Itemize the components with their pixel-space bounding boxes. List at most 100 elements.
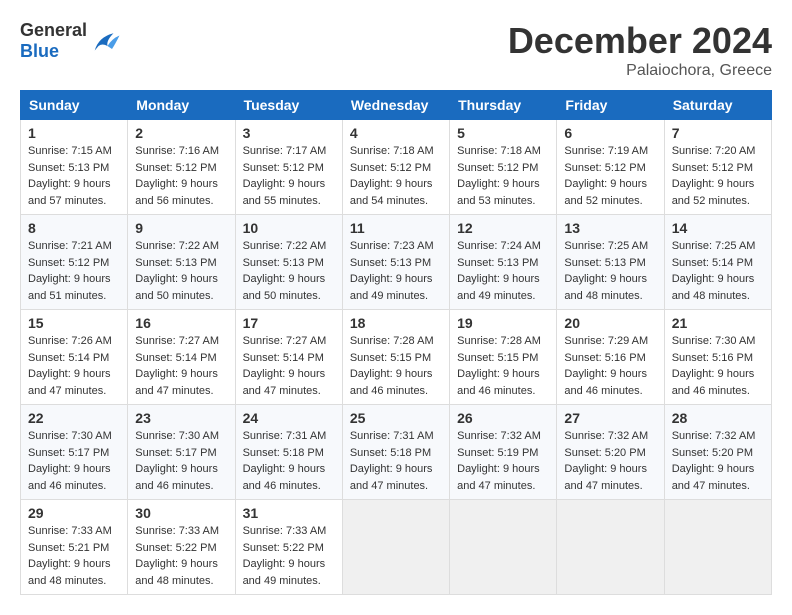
day-cell: 8 Sunrise: 7:21 AM Sunset: 5:12 PM Dayli… [21, 215, 128, 310]
day-cell: 19 Sunrise: 7:28 AM Sunset: 5:15 PM Dayl… [450, 310, 557, 405]
sunrise-label: Sunrise: 7:28 AM [457, 335, 541, 347]
day-info: Sunrise: 7:15 AM Sunset: 5:13 PM Dayligh… [28, 143, 120, 209]
title-block: December 2024 Palaiochora, Greece [508, 20, 772, 80]
sunset-label: Sunset: 5:19 PM [457, 447, 538, 459]
day-info: Sunrise: 7:28 AM Sunset: 5:15 PM Dayligh… [457, 333, 549, 399]
day-info: Sunrise: 7:29 AM Sunset: 5:16 PM Dayligh… [564, 333, 656, 399]
day-number: 7 [672, 125, 764, 141]
daylight-label: Daylight: 9 hours and 49 minutes. [457, 273, 540, 302]
sunset-label: Sunset: 5:15 PM [457, 352, 538, 364]
day-number: 14 [672, 220, 764, 236]
daylight-label: Daylight: 9 hours and 46 minutes. [457, 368, 540, 397]
day-info: Sunrise: 7:33 AM Sunset: 5:22 PM Dayligh… [243, 523, 335, 589]
daylight-label: Daylight: 9 hours and 47 minutes. [672, 463, 755, 492]
calendar-week-row: 29 Sunrise: 7:33 AM Sunset: 5:21 PM Dayl… [21, 500, 772, 595]
day-number: 16 [135, 315, 227, 331]
day-cell: 23 Sunrise: 7:30 AM Sunset: 5:17 PM Dayl… [128, 405, 235, 500]
sunset-label: Sunset: 5:20 PM [564, 447, 645, 459]
page-header: General Blue December 2024 Palaiochora, … [20, 20, 772, 80]
day-cell: 4 Sunrise: 7:18 AM Sunset: 5:12 PM Dayli… [342, 120, 449, 215]
empty-day-cell [342, 500, 449, 595]
day-info: Sunrise: 7:32 AM Sunset: 5:20 PM Dayligh… [672, 428, 764, 494]
day-number: 23 [135, 410, 227, 426]
day-info: Sunrise: 7:16 AM Sunset: 5:12 PM Dayligh… [135, 143, 227, 209]
empty-day-cell [664, 500, 771, 595]
daylight-label: Daylight: 9 hours and 51 minutes. [28, 273, 111, 302]
calendar-week-row: 15 Sunrise: 7:26 AM Sunset: 5:14 PM Dayl… [21, 310, 772, 405]
daylight-label: Daylight: 9 hours and 48 minutes. [135, 558, 218, 587]
sunrise-label: Sunrise: 7:16 AM [135, 145, 219, 157]
day-info: Sunrise: 7:26 AM Sunset: 5:14 PM Dayligh… [28, 333, 120, 399]
sunrise-label: Sunrise: 7:31 AM [243, 430, 327, 442]
day-number: 12 [457, 220, 549, 236]
day-cell: 3 Sunrise: 7:17 AM Sunset: 5:12 PM Dayli… [235, 120, 342, 215]
sunset-label: Sunset: 5:16 PM [672, 352, 753, 364]
sunrise-label: Sunrise: 7:20 AM [672, 145, 756, 157]
sunset-label: Sunset: 5:13 PM [350, 257, 431, 269]
day-info: Sunrise: 7:27 AM Sunset: 5:14 PM Dayligh… [135, 333, 227, 399]
day-info: Sunrise: 7:18 AM Sunset: 5:12 PM Dayligh… [457, 143, 549, 209]
day-info: Sunrise: 7:22 AM Sunset: 5:13 PM Dayligh… [135, 238, 227, 304]
day-info: Sunrise: 7:27 AM Sunset: 5:14 PM Dayligh… [243, 333, 335, 399]
sunrise-label: Sunrise: 7:32 AM [564, 430, 648, 442]
day-number: 19 [457, 315, 549, 331]
sunrise-label: Sunrise: 7:33 AM [28, 525, 112, 537]
sunrise-label: Sunrise: 7:32 AM [672, 430, 756, 442]
daylight-label: Daylight: 9 hours and 50 minutes. [135, 273, 218, 302]
day-number: 24 [243, 410, 335, 426]
day-info: Sunrise: 7:22 AM Sunset: 5:13 PM Dayligh… [243, 238, 335, 304]
day-info: Sunrise: 7:33 AM Sunset: 5:21 PM Dayligh… [28, 523, 120, 589]
day-number: 9 [135, 220, 227, 236]
sunset-label: Sunset: 5:17 PM [28, 447, 109, 459]
sunset-label: Sunset: 5:13 PM [564, 257, 645, 269]
day-info: Sunrise: 7:23 AM Sunset: 5:13 PM Dayligh… [350, 238, 442, 304]
location: Palaiochora, Greece [508, 62, 772, 80]
daylight-label: Daylight: 9 hours and 48 minutes. [564, 273, 647, 302]
sunset-label: Sunset: 5:13 PM [28, 162, 109, 174]
daylight-label: Daylight: 9 hours and 53 minutes. [457, 178, 540, 207]
sunset-label: Sunset: 5:14 PM [135, 352, 216, 364]
day-cell: 28 Sunrise: 7:32 AM Sunset: 5:20 PM Dayl… [664, 405, 771, 500]
sunrise-label: Sunrise: 7:21 AM [28, 240, 112, 252]
day-info: Sunrise: 7:32 AM Sunset: 5:19 PM Dayligh… [457, 428, 549, 494]
sunset-label: Sunset: 5:13 PM [135, 257, 216, 269]
day-cell: 17 Sunrise: 7:27 AM Sunset: 5:14 PM Dayl… [235, 310, 342, 405]
daylight-label: Daylight: 9 hours and 46 minutes. [243, 463, 326, 492]
day-number: 29 [28, 505, 120, 521]
daylight-label: Daylight: 9 hours and 52 minutes. [672, 178, 755, 207]
sunset-label: Sunset: 5:12 PM [350, 162, 431, 174]
day-cell: 10 Sunrise: 7:22 AM Sunset: 5:13 PM Dayl… [235, 215, 342, 310]
day-cell: 22 Sunrise: 7:30 AM Sunset: 5:17 PM Dayl… [21, 405, 128, 500]
sunrise-label: Sunrise: 7:19 AM [564, 145, 648, 157]
sunrise-label: Sunrise: 7:27 AM [243, 335, 327, 347]
day-number: 2 [135, 125, 227, 141]
day-cell: 6 Sunrise: 7:19 AM Sunset: 5:12 PM Dayli… [557, 120, 664, 215]
day-info: Sunrise: 7:31 AM Sunset: 5:18 PM Dayligh… [350, 428, 442, 494]
day-number: 31 [243, 505, 335, 521]
sunset-label: Sunset: 5:13 PM [457, 257, 538, 269]
sunset-label: Sunset: 5:18 PM [350, 447, 431, 459]
daylight-label: Daylight: 9 hours and 48 minutes. [672, 273, 755, 302]
calendar-table: SundayMondayTuesdayWednesdayThursdayFrid… [20, 90, 772, 595]
day-number: 28 [672, 410, 764, 426]
daylight-label: Daylight: 9 hours and 54 minutes. [350, 178, 433, 207]
sunrise-label: Sunrise: 7:30 AM [672, 335, 756, 347]
day-cell: 30 Sunrise: 7:33 AM Sunset: 5:22 PM Dayl… [128, 500, 235, 595]
daylight-label: Daylight: 9 hours and 47 minutes. [135, 368, 218, 397]
logo-bird-icon [91, 29, 121, 54]
sunrise-label: Sunrise: 7:25 AM [564, 240, 648, 252]
day-number: 26 [457, 410, 549, 426]
calendar-header-row: SundayMondayTuesdayWednesdayThursdayFrid… [21, 91, 772, 120]
sunset-label: Sunset: 5:17 PM [135, 447, 216, 459]
day-number: 13 [564, 220, 656, 236]
sunrise-label: Sunrise: 7:23 AM [350, 240, 434, 252]
sunrise-label: Sunrise: 7:32 AM [457, 430, 541, 442]
daylight-label: Daylight: 9 hours and 46 minutes. [350, 368, 433, 397]
day-of-week-header: Wednesday [342, 91, 449, 120]
day-info: Sunrise: 7:20 AM Sunset: 5:12 PM Dayligh… [672, 143, 764, 209]
day-cell: 11 Sunrise: 7:23 AM Sunset: 5:13 PM Dayl… [342, 215, 449, 310]
day-number: 30 [135, 505, 227, 521]
day-number: 8 [28, 220, 120, 236]
empty-day-cell [557, 500, 664, 595]
day-cell: 13 Sunrise: 7:25 AM Sunset: 5:13 PM Dayl… [557, 215, 664, 310]
